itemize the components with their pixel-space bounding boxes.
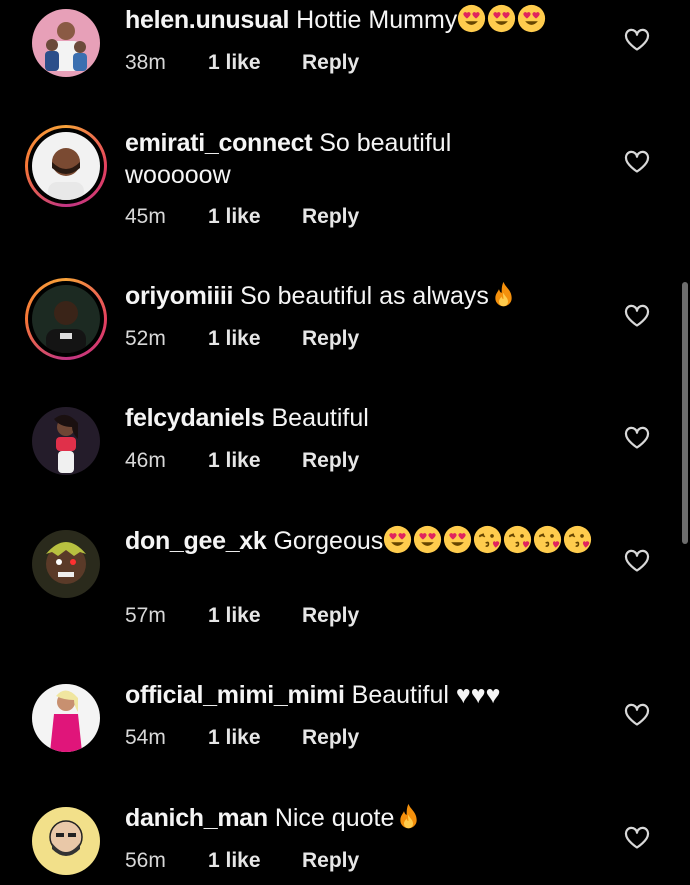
- like-count[interactable]: 1 like: [208, 448, 302, 474]
- comment-time: 38m: [125, 51, 166, 74]
- comment-text: oriyomiiii So beautiful as always: [125, 280, 605, 312]
- like-count[interactable]: 1 like: [208, 204, 302, 230]
- comment-body: Beautiful: [271, 404, 369, 432]
- comment-body: Nice quote: [274, 804, 395, 832]
- comment-text: helen.unusual Hottie Mummy: [125, 4, 605, 36]
- like-count[interactable]: 1 like: [208, 725, 302, 751]
- comment-body: Gorgeous: [273, 527, 384, 555]
- heart-outline-icon[interactable]: [624, 426, 650, 450]
- like-count[interactable]: 1 like: [208, 848, 302, 874]
- heart-eyes-emoji-icon: [517, 4, 546, 33]
- kissing-heart-emoji-icon: [473, 525, 502, 554]
- like-count[interactable]: 1 like: [208, 50, 302, 76]
- avatar[interactable]: [23, 398, 109, 484]
- heart-eyes-emoji-icon: [413, 525, 442, 554]
- avatar[interactable]: [23, 123, 109, 209]
- comment-username[interactable]: official_mimi_mimi: [125, 681, 345, 709]
- heart-eyes-emoji-icon: [487, 4, 516, 33]
- avatar[interactable]: [23, 798, 109, 884]
- comment-text: emirati_connect So beautiful wooooow: [125, 127, 485, 191]
- fire-emoji-icon: [394, 802, 423, 831]
- comment-time: 57m: [125, 604, 166, 627]
- reply-button[interactable]: Reply: [302, 50, 359, 76]
- comment-meta: 56m 1 like Reply: [125, 848, 359, 874]
- like-count[interactable]: 1 like: [208, 326, 302, 352]
- fire-emoji-icon: [489, 280, 518, 309]
- comment-username[interactable]: emirati_connect: [125, 129, 313, 157]
- comment-meta: 46m 1 like Reply: [125, 448, 359, 474]
- reply-button[interactable]: Reply: [302, 848, 359, 874]
- comment-body: Beautiful ♥♥♥: [351, 681, 501, 709]
- comment-meta: 45m 1 like Reply: [125, 204, 359, 230]
- comment-text: danich_man Nice quote: [125, 802, 605, 834]
- reply-button[interactable]: Reply: [302, 448, 359, 474]
- comment-username[interactable]: oriyomiiii: [125, 282, 233, 310]
- scrollbar[interactable]: [682, 282, 688, 544]
- comment-username[interactable]: danich_man: [125, 804, 268, 832]
- reply-button[interactable]: Reply: [302, 204, 359, 230]
- avatar[interactable]: [23, 0, 109, 86]
- reply-button[interactable]: Reply: [302, 725, 359, 751]
- comment-text: don_gee_xk Gorgeous: [125, 525, 605, 557]
- comment-meta: 57m 1 like Reply: [125, 603, 359, 629]
- avatar[interactable]: [23, 276, 109, 362]
- comment-body: So beautiful as always: [240, 282, 489, 310]
- reply-button[interactable]: Reply: [302, 326, 359, 352]
- heart-outline-icon[interactable]: [624, 703, 650, 727]
- comment-time: 52m: [125, 327, 166, 350]
- comment-time: 45m: [125, 205, 166, 228]
- avatar[interactable]: [23, 521, 109, 607]
- comment-time: 54m: [125, 726, 166, 749]
- heart-outline-icon[interactable]: [624, 150, 650, 174]
- heart-eyes-emoji-icon: [383, 525, 412, 554]
- comment-username[interactable]: felcydaniels: [125, 404, 265, 432]
- comment-username[interactable]: helen.unusual: [125, 6, 289, 34]
- kissing-heart-emoji-icon: [563, 525, 592, 554]
- comment-text: official_mimi_mimi Beautiful ♥♥♥: [125, 679, 605, 711]
- comment-meta: 38m 1 like Reply: [125, 50, 359, 76]
- comment-meta: 52m 1 like Reply: [125, 326, 359, 352]
- comment-time: 56m: [125, 849, 166, 872]
- comment-username[interactable]: don_gee_xk: [125, 527, 267, 555]
- comment-text: felcydaniels Beautiful: [125, 402, 605, 434]
- comment-body: Hottie Mummy: [296, 6, 458, 34]
- heart-eyes-emoji-icon: [443, 525, 472, 554]
- heart-outline-icon[interactable]: [624, 549, 650, 573]
- kissing-heart-emoji-icon: [533, 525, 562, 554]
- comment-time: 46m: [125, 449, 166, 472]
- heart-eyes-emoji-icon: [457, 4, 486, 33]
- heart-outline-icon[interactable]: [624, 826, 650, 850]
- heart-outline-icon[interactable]: [624, 304, 650, 328]
- reply-button[interactable]: Reply: [302, 603, 359, 629]
- comment-meta: 54m 1 like Reply: [125, 725, 359, 751]
- heart-outline-icon[interactable]: [624, 28, 650, 52]
- avatar[interactable]: [23, 675, 109, 761]
- like-count[interactable]: 1 like: [208, 603, 302, 629]
- kissing-heart-emoji-icon: [503, 525, 532, 554]
